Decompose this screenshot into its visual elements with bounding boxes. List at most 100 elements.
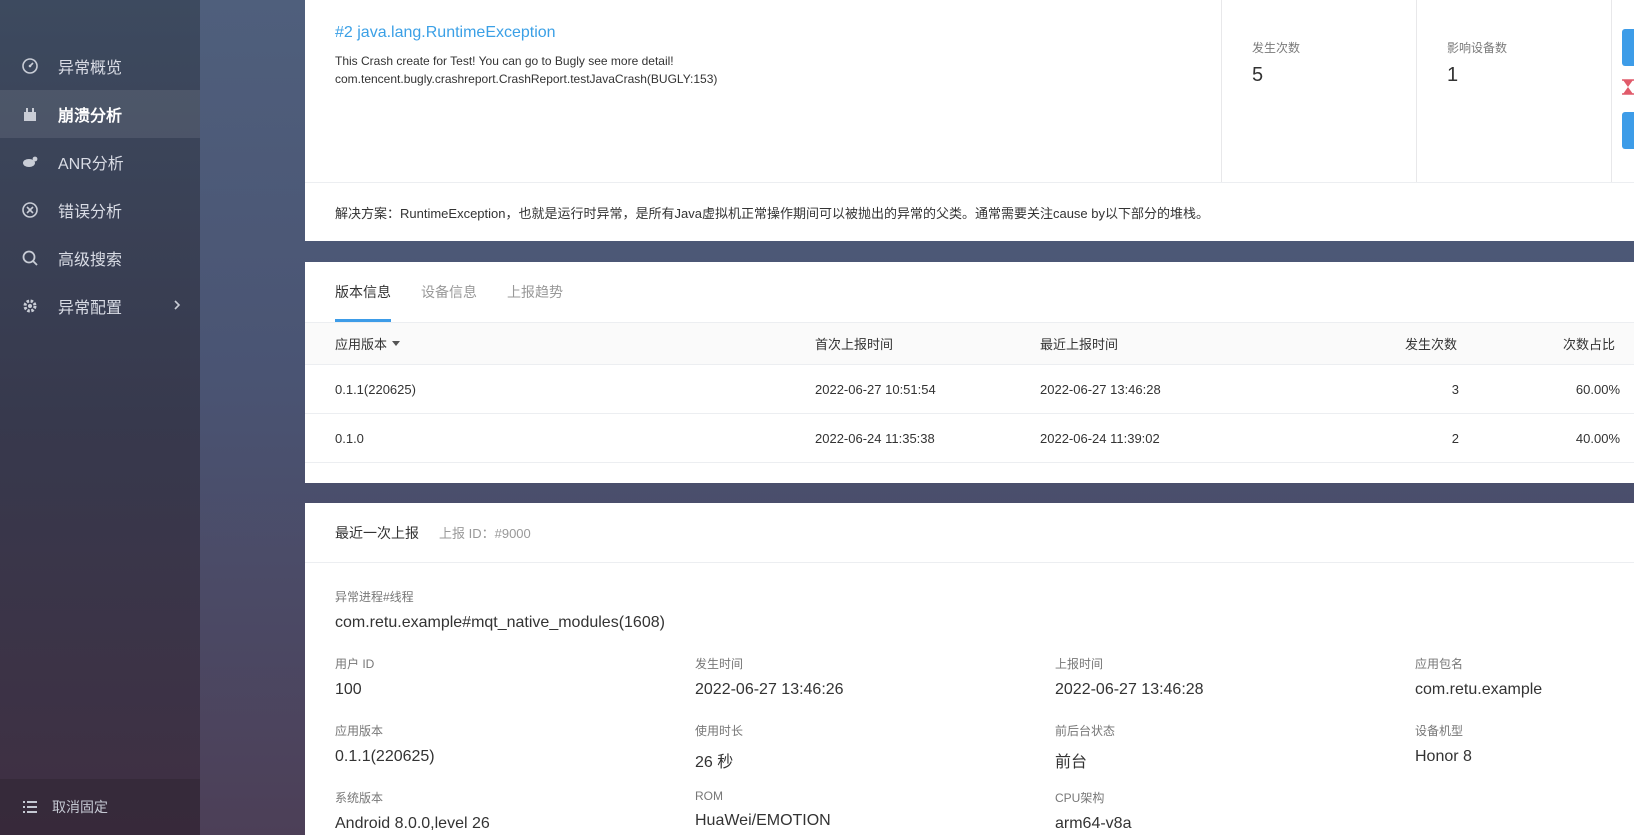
report-header: 最近一次上报 上报 ID：#9000 bbox=[305, 503, 1634, 563]
sidebar-item-label: 异常概览 bbox=[58, 60, 123, 77]
process-field: 异常进程#线程 com.retu.example#mqt_native_modu… bbox=[335, 588, 665, 632]
field-value: com.retu.example#mqt_native_modules(1608… bbox=[335, 614, 665, 631]
sidebar-item-advanced-search[interactable]: 高级搜索 bbox=[0, 234, 200, 282]
field-label: 上报时间 bbox=[1055, 657, 1104, 671]
table-header: 应用版本 首次上报时间 最近上报时间 发生次数 次数占比 bbox=[305, 322, 1634, 365]
cpu-arch-field: CPU架构 arm64-v8a bbox=[1055, 789, 1131, 833]
field-label: 异常进程#线程 bbox=[335, 590, 414, 604]
field-value: arm64-v8a bbox=[1055, 815, 1132, 832]
report-title: 最近一次上报 bbox=[335, 524, 419, 541]
package-name-field: 应用包名 com.retu.example bbox=[1415, 655, 1542, 699]
crash-summary-card: #2 java.lang.RuntimeException This Crash… bbox=[305, 0, 1634, 241]
os-version-field: 系统版本 Android 8.0.0,level 26 bbox=[335, 789, 490, 833]
cell-ratio: 60.00% bbox=[1575, 381, 1620, 397]
cell-last-report: 2022-06-24 11:39:02 bbox=[1040, 430, 1160, 446]
field-label: 前后台状态 bbox=[1055, 724, 1116, 738]
chevron-right-icon bbox=[174, 300, 181, 310]
unpin-sidebar-button[interactable]: 取消固定 bbox=[0, 779, 200, 835]
table-row[interactable]: 0.1.1(220625) 2022-06-27 10:51:54 2022-0… bbox=[305, 365, 1634, 414]
field-label: ROM bbox=[695, 789, 723, 803]
user-id-field: 用户 ID 100 bbox=[335, 655, 374, 699]
rom-field: ROM HuaWei/EMOTION bbox=[695, 789, 831, 830]
sidebar-item-label: 错误分析 bbox=[58, 204, 123, 221]
field-value: 2022-06-27 13:46:26 bbox=[695, 681, 844, 698]
col-ratio: 次数占比 bbox=[1562, 337, 1615, 352]
devices-label: 影响设备数 bbox=[1447, 41, 1508, 55]
unpin-label: 取消固定 bbox=[52, 799, 108, 815]
gear-icon bbox=[20, 296, 40, 316]
cell-ratio: 40.00% bbox=[1575, 430, 1620, 446]
last-report-card: 最近一次上报 上报 ID：#9000 异常进程#线程 com.retu.exam… bbox=[305, 503, 1634, 835]
field-value: 2022-06-27 13:46:28 bbox=[1055, 681, 1204, 698]
devices-value: 1 bbox=[1447, 64, 1459, 86]
crash-icon bbox=[20, 104, 40, 124]
sidebar: 异常概览 崩溃分析 ANR分析 错误分析 高级搜索 异常配置 取消固定 bbox=[0, 0, 200, 835]
sidebar-item-error[interactable]: 错误分析 bbox=[0, 186, 200, 234]
field-label: 应用版本 bbox=[335, 724, 384, 738]
field-label: 设备机型 bbox=[1415, 724, 1464, 738]
field-value: 0.1.1(220625) bbox=[335, 748, 435, 765]
report-time-field: 上报时间 2022-06-27 13:46:28 bbox=[1055, 655, 1204, 699]
table-row[interactable]: 0.1.0 2022-06-24 11:35:38 2022-06-24 11:… bbox=[305, 414, 1634, 463]
hourglass-icon[interactable] bbox=[1622, 79, 1634, 95]
list-icon bbox=[20, 797, 40, 817]
device-model-field: 设备机型 Honor 8 bbox=[1415, 722, 1472, 766]
field-label: 使用时长 bbox=[695, 724, 744, 738]
col-occurrences: 发生次数 bbox=[1404, 337, 1457, 352]
field-label: 发生时间 bbox=[695, 657, 744, 671]
field-value: Honor 8 bbox=[1415, 748, 1472, 765]
info-tabs: 版本信息 设备信息 上报趋势 bbox=[335, 262, 593, 322]
crash-title[interactable]: #2 java.lang.RuntimeException bbox=[335, 24, 556, 42]
app-version-field: 应用版本 0.1.1(220625) bbox=[335, 722, 435, 766]
tab-version-info[interactable]: 版本信息 bbox=[335, 262, 391, 322]
cell-occurrences: 3 bbox=[1451, 381, 1459, 397]
field-value: 前台 bbox=[1055, 754, 1088, 771]
sidebar-item-config[interactable]: 异常配置 bbox=[0, 282, 200, 330]
field-value: 26 秒 bbox=[695, 754, 734, 771]
cell-occurrences: 2 bbox=[1451, 430, 1459, 446]
crash-stack-line: com.tencent.bugly.crashreport.CrashRepor… bbox=[335, 72, 718, 86]
field-value: HuaWei/EMOTION bbox=[695, 812, 831, 829]
error-icon bbox=[20, 200, 40, 220]
field-value: com.retu.example bbox=[1415, 681, 1543, 698]
solution-text: 解决方案：RuntimeException，也就是运行时异常，是所有Java虚拟… bbox=[305, 182, 1634, 241]
tab-device-info[interactable]: 设备信息 bbox=[421, 262, 477, 322]
usage-duration-field: 使用时长 26 秒 bbox=[695, 722, 743, 772]
cell-first-report: 2022-06-24 11:35:38 bbox=[815, 430, 935, 446]
cell-last-report: 2022-06-27 13:46:28 bbox=[1040, 381, 1161, 397]
side-action-button[interactable] bbox=[1622, 29, 1634, 66]
search-icon bbox=[20, 248, 40, 268]
sidebar-item-anr[interactable]: ANR分析 bbox=[0, 138, 200, 186]
sidebar-item-label: ANR分析 bbox=[58, 156, 124, 173]
crash-description: This Crash create for Test! You can go t… bbox=[335, 52, 717, 88]
sidebar-item-label: 高级搜索 bbox=[58, 252, 123, 269]
devices-stat: 影响设备数 1 bbox=[1416, 0, 1611, 182]
dashboard-icon bbox=[20, 56, 40, 76]
foreground-state-field: 前后台状态 前台 bbox=[1055, 722, 1115, 772]
field-label: 用户 ID bbox=[335, 657, 375, 671]
sidebar-nav: 异常概览 崩溃分析 ANR分析 错误分析 高级搜索 异常配置 bbox=[0, 42, 200, 330]
col-app-version[interactable]: 应用版本 bbox=[335, 323, 401, 364]
field-value: 100 bbox=[335, 681, 362, 698]
field-label: CPU架构 bbox=[1055, 791, 1105, 805]
sidebar-item-label: 崩溃分析 bbox=[58, 108, 123, 125]
field-label: 应用包名 bbox=[1415, 657, 1464, 671]
cell-first-report: 2022-06-27 10:51:54 bbox=[815, 381, 936, 397]
cell-version: 0.1.1(220625) bbox=[335, 381, 416, 397]
sort-caret-icon bbox=[392, 341, 401, 346]
crash-message: This Crash create for Test! You can go t… bbox=[335, 54, 674, 68]
col-last-report: 最近上报时间 bbox=[1040, 337, 1119, 352]
side-action-button[interactable] bbox=[1622, 112, 1634, 149]
occur-time-field: 发生时间 2022-06-27 13:46:26 bbox=[695, 655, 844, 699]
field-label: 系统版本 bbox=[335, 791, 384, 805]
sidebar-item-crash-analysis[interactable]: 崩溃分析 bbox=[0, 90, 200, 138]
sidebar-item-overview[interactable]: 异常概览 bbox=[0, 42, 200, 90]
report-id: 上报 ID：#9000 bbox=[439, 526, 531, 541]
occurrences-label: 发生次数 bbox=[1252, 41, 1301, 55]
col-app-version-label: 应用版本 bbox=[335, 337, 388, 352]
cell-version: 0.1.0 bbox=[335, 430, 364, 446]
field-value: Android 8.0.0,level 26 bbox=[335, 815, 490, 832]
occurrences-value: 5 bbox=[1252, 64, 1264, 86]
tab-report-trend[interactable]: 上报趋势 bbox=[507, 262, 563, 322]
sidebar-item-label: 异常配置 bbox=[58, 300, 123, 317]
